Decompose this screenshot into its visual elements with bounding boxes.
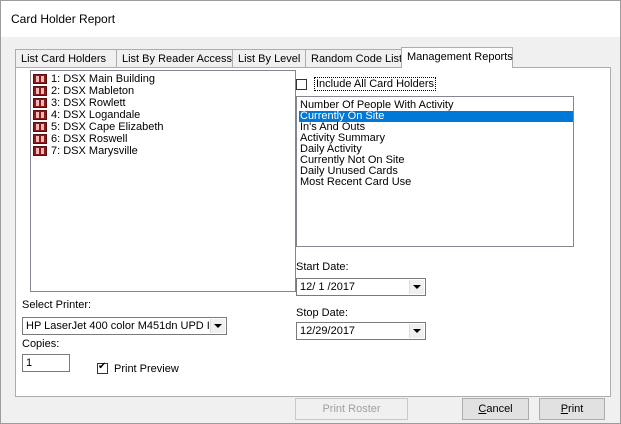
reader-icon [33, 134, 47, 144]
window-title: Card Holder Report [11, 12, 116, 26]
list-item[interactable]: 1: DSX Main Building [33, 73, 295, 85]
cancel-label: ancel [486, 403, 513, 415]
reader-icon [33, 146, 47, 156]
print-button[interactable]: Print [539, 398, 605, 420]
printer-select[interactable]: HP LaserJet 400 color M451dn UPD I [22, 317, 227, 335]
reader-label: 3: DSX Rowlett [51, 97, 126, 109]
reader-label: 4: DSX Logandale [51, 109, 141, 121]
list-item[interactable]: Most Recent Card Use [299, 177, 573, 188]
select-printer-label: Select Printer: [22, 299, 92, 311]
tab-management-reports[interactable]: Management Reports [401, 47, 513, 68]
reader-label: 2: DSX Mableton [51, 85, 135, 97]
report-window: Card Holder Report List Card Holders Lis… [0, 0, 621, 424]
reader-icon [33, 74, 47, 84]
reader-label: 1: DSX Main Building [51, 73, 155, 85]
include-all-label[interactable]: Include All Card Holders [314, 77, 437, 91]
tab-list-by-level[interactable]: List By Level [232, 49, 306, 67]
tab-list-card-holders[interactable]: List Card Holders [15, 49, 117, 67]
chevron-down-icon[interactable] [409, 280, 424, 294]
chevron-down-icon[interactable] [409, 324, 424, 338]
reader-icon [33, 110, 47, 120]
start-date-picker[interactable]: 12/ 1 /2017 [296, 278, 426, 296]
list-item[interactable]: 7: DSX Marysville [33, 145, 295, 157]
printer-value: HP LaserJet 400 color M451dn UPD I [26, 320, 210, 332]
management-reports-panel: 1: DSX Main Building 2: DSX Mableton 3: DS… [15, 67, 611, 397]
report-type-list[interactable]: Number Of People With Activity Currently … [296, 96, 574, 247]
copies-label: Copies: [22, 338, 60, 350]
print-preview-checkbox[interactable] [97, 361, 108, 374]
stop-date-value: 12/29/2017 [300, 325, 356, 337]
reader-icon [33, 98, 47, 108]
include-all-checkbox[interactable] [296, 79, 307, 90]
chevron-down-icon[interactable] [210, 319, 225, 333]
reader-label: 5: DSX Cape Elizabeth [51, 121, 164, 133]
start-date-label: Start Date: [296, 261, 349, 273]
reader-icon [33, 122, 47, 132]
title-bar[interactable]: Card Holder Report [1, 1, 620, 37]
reader-list[interactable]: 1: DSX Main Building 2: DSX Mableton 3: DS… [30, 70, 296, 292]
print-roster-button[interactable]: Print Roster [295, 398, 408, 420]
print-label: rint [568, 403, 584, 415]
tab-list-by-reader-access[interactable]: List By Reader Access [116, 49, 233, 67]
list-item[interactable]: 4: DSX Logandale [33, 109, 295, 121]
copies-input[interactable] [22, 354, 70, 372]
reader-label: 7: DSX Marysville [51, 145, 138, 157]
reader-icon [33, 86, 47, 96]
reader-label: 6: DSX Roswell [51, 133, 128, 145]
list-item[interactable]: 3: DSX Rowlett [33, 97, 295, 109]
cancel-button[interactable]: Cancel [462, 398, 529, 420]
tab-random-code-list[interactable]: Random Code List [305, 49, 402, 67]
print-mnemonic: P [560, 403, 569, 415]
start-date-value: 12/ 1 /2017 [300, 281, 356, 293]
list-item[interactable]: 5: DSX Cape Elizabeth [33, 121, 295, 133]
stop-date-label: Stop Date: [296, 307, 348, 319]
list-item[interactable]: 6: DSX Roswell [33, 133, 295, 145]
print-preview-label[interactable]: Print Preview [114, 363, 179, 375]
list-item[interactable]: 2: DSX Mableton [33, 85, 295, 97]
stop-date-picker[interactable]: 12/29/2017 [296, 322, 426, 340]
button-bar: Print Roster Cancel Print [15, 397, 611, 423]
tab-strip: List Card Holders List By Reader Access … [15, 47, 615, 68]
